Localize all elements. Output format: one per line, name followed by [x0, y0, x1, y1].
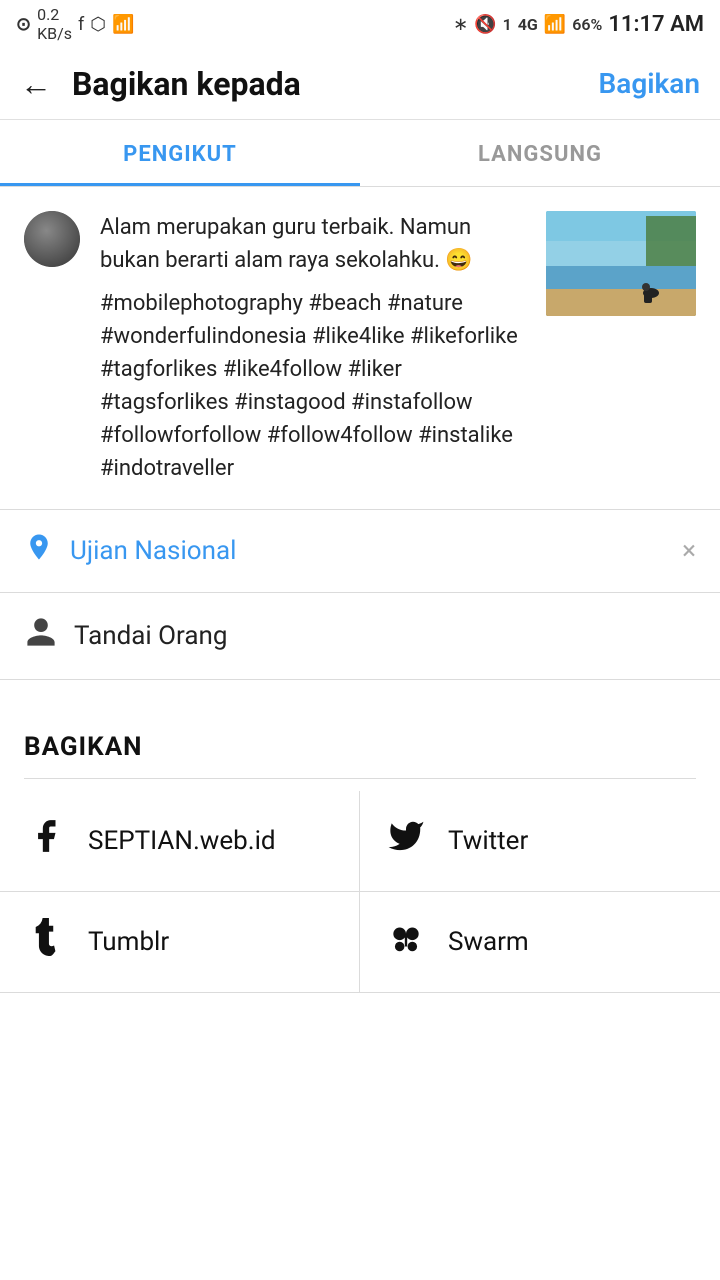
facebook-icon: [24, 817, 68, 865]
status-bar: ⊙ 0.2KB/s f ⬡ 📶 ∗ 🔇 1 4G 📶 66% 11:17 AM: [0, 0, 720, 48]
battery-percent: 66%: [572, 15, 602, 34]
twitter-icon: [384, 817, 428, 865]
tab-pengikut[interactable]: PENGIKUT: [0, 120, 360, 186]
spacer: [0, 680, 720, 704]
post-text-content: Alam merupakan guru terbaik. Namun bukan…: [100, 211, 530, 485]
tabs-bar: PENGIKUT LANGSUNG: [0, 120, 720, 187]
tumblr-label: Tumblr: [88, 927, 169, 957]
location-name: Ujian Nasional: [70, 536, 666, 566]
post-thumbnail: [546, 211, 696, 316]
location-icon: [24, 532, 54, 570]
tumblr-icon: [24, 918, 68, 966]
share-section-header: BAGIKAN: [0, 704, 720, 791]
mute-icon: 🔇: [474, 14, 496, 35]
status-bar-right-icons: ∗ 🔇 1 4G 📶 66% 11:17 AM: [453, 12, 704, 37]
facebook-label: SEPTIAN.web.id: [88, 826, 276, 856]
swarm-icon: [384, 918, 428, 966]
fb-icon: f: [78, 14, 84, 35]
share-item-swarm[interactable]: Swarm: [360, 892, 720, 993]
status-time: 11:17 AM: [608, 12, 704, 37]
line-icon: ⊙: [16, 14, 31, 35]
avatar-image: [24, 211, 80, 267]
back-button[interactable]: ←: [20, 65, 52, 103]
avatar: [24, 211, 80, 267]
twitter-label: Twitter: [448, 826, 528, 856]
wifi-icon: 📶: [112, 14, 134, 35]
post-thumbnail-svg: [546, 211, 696, 316]
tag-person-icon: [24, 615, 58, 657]
location-close-button[interactable]: ×: [682, 536, 696, 566]
signal-icon: 📶: [544, 14, 566, 35]
share-grid: SEPTIAN.web.id Twitter Tumblr: [0, 791, 720, 993]
avatar-wrap: [24, 211, 84, 485]
share-item-tumblr[interactable]: Tumblr: [0, 892, 360, 993]
header: ← Bagikan kepada Bagikan: [0, 48, 720, 120]
share-action-button[interactable]: Bagikan: [599, 67, 700, 100]
bluetooth-icon: ∗: [453, 14, 468, 35]
bbm-icon: ⬡: [90, 14, 106, 35]
share-item-twitter[interactable]: Twitter: [360, 791, 720, 892]
swarm-label: Swarm: [448, 927, 529, 957]
page-title: Bagikan kepada: [72, 65, 599, 103]
kb-icon: 0.2KB/s: [37, 5, 72, 43]
tag-people-row[interactable]: Tandai Orang: [0, 593, 720, 680]
post-caption: Alam merupakan guru terbaik. Namun bukan…: [100, 211, 530, 277]
post-hashtags: #mobilephotography #beach #nature #wonde…: [100, 287, 530, 485]
network-4g: 4G: [518, 15, 538, 34]
tab-langsung[interactable]: LANGSUNG: [360, 120, 720, 186]
status-bar-left-icons: ⊙ 0.2KB/s f ⬡ 📶: [16, 5, 134, 43]
share-divider: [24, 778, 696, 779]
tag-people-label: Tandai Orang: [74, 621, 227, 651]
sim-number: 1: [503, 15, 512, 34]
share-section-title: BAGIKAN: [24, 732, 696, 762]
share-item-facebook[interactable]: SEPTIAN.web.id: [0, 791, 360, 892]
post-preview: Alam merupakan guru terbaik. Namun bukan…: [0, 187, 720, 510]
location-row[interactable]: Ujian Nasional ×: [0, 510, 720, 593]
